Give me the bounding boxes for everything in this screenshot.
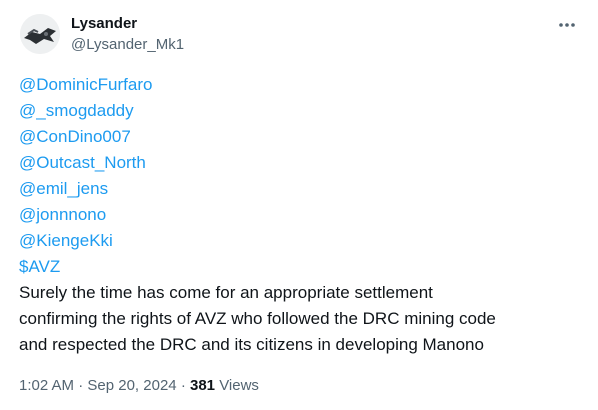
tweet-card: Lysander @Lysander_Mk1 @DominicFurfaro @… — [0, 0, 598, 410]
display-name[interactable]: Lysander — [71, 14, 184, 34]
tweet-meta: 1:02 AM · Sep 20, 2024 · 381 Views — [19, 376, 259, 396]
meta-separator: · — [180, 377, 186, 394]
mention-link[interactable]: @Outcast_North — [19, 150, 584, 176]
tweet-date[interactable]: Sep 20, 2024 — [87, 377, 176, 394]
mention-link[interactable]: @emil_jens — [19, 176, 584, 202]
avatar-image — [20, 14, 60, 54]
mention-link[interactable]: @jonnnono — [19, 202, 584, 228]
more-horizontal-icon — [559, 23, 575, 27]
meta-separator: · — [78, 377, 84, 394]
mention-link[interactable]: @KiengeKki — [19, 228, 584, 254]
views-label: Views — [219, 377, 259, 394]
tweet-text: Surely the time has come for an appropri… — [19, 283, 496, 354]
mention-link[interactable]: @_smogdaddy — [19, 98, 584, 124]
mention-link[interactable]: @ConDino007 — [19, 124, 584, 150]
user-handle[interactable]: @Lysander_Mk1 — [71, 35, 184, 55]
tweet-body: @DominicFurfaro @_smogdaddy @ConDino007 … — [19, 72, 584, 358]
more-options-button[interactable] — [554, 12, 580, 38]
mention-link[interactable]: @DominicFurfaro — [19, 72, 584, 98]
author-header: Lysander @Lysander_Mk1 — [71, 14, 184, 55]
views-count: 381 — [189, 377, 216, 394]
cashtag-link[interactable]: $AVZ — [19, 254, 584, 280]
avatar[interactable] — [20, 14, 60, 54]
tweet-time[interactable]: 1:02 AM — [19, 377, 74, 394]
